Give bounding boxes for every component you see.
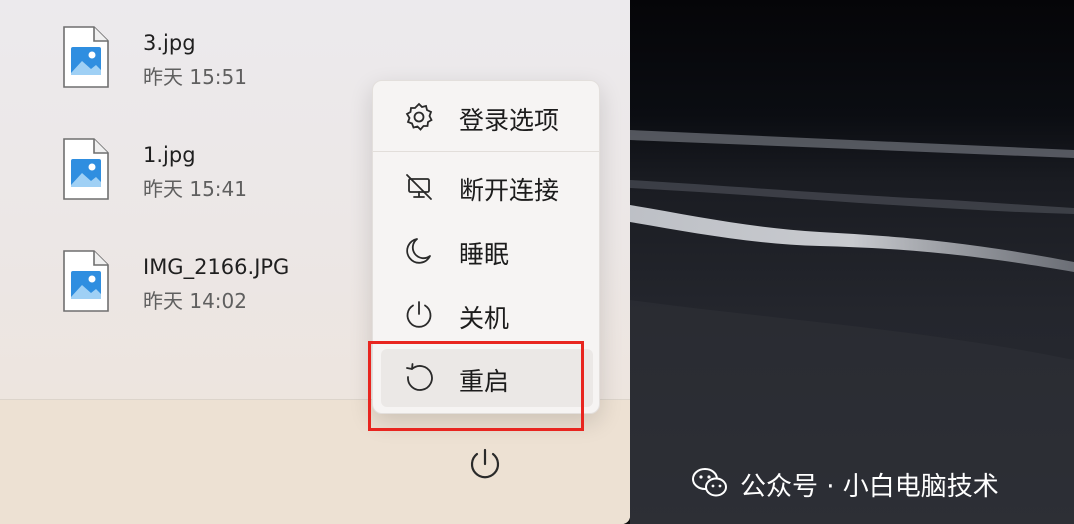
disconnect-icon	[406, 174, 432, 200]
menu-item-label: 关机	[459, 304, 510, 333]
menu-item-sign-in-options[interactable]: 登录选项	[381, 88, 593, 146]
menu-separator	[373, 151, 599, 152]
power-button[interactable]	[462, 442, 508, 488]
file-name: 1.jpg	[143, 143, 196, 167]
menu-item-label: 睡眠	[459, 240, 510, 269]
wechat-icon	[692, 468, 727, 497]
file-modified-time: 昨天 14:02	[143, 289, 247, 313]
file-name: IMG_2166.JPG	[143, 255, 290, 279]
file-modified-time: 昨天 15:51	[143, 65, 247, 89]
menu-item-label: 登录选项	[459, 106, 560, 135]
menu-item-sleep[interactable]: 睡眠	[381, 222, 593, 280]
menu-item-label: 断开连接	[459, 176, 560, 205]
power-icon	[406, 301, 432, 328]
desktop-wallpaper	[630, 0, 1074, 524]
menu-item-disconnect[interactable]: 断开连接	[381, 158, 593, 216]
image-file-icon	[63, 250, 109, 312]
wallpaper-image	[630, 0, 1074, 524]
moon-icon	[406, 238, 431, 264]
file-name: 3.jpg	[143, 31, 196, 55]
gear-icon	[405, 102, 433, 131]
image-file-icon	[63, 138, 109, 200]
recent-file-item[interactable]: IMG_2166.JPG 昨天 14:02	[60, 249, 360, 319]
image-file-icon	[63, 26, 109, 88]
recent-file-item[interactable]: 1.jpg 昨天 15:41	[60, 137, 360, 207]
menu-item-shut-down[interactable]: 关机	[381, 286, 593, 344]
restart-highlight-box	[368, 341, 584, 431]
file-modified-time: 昨天 15:41	[143, 177, 247, 201]
power-icon	[470, 448, 500, 479]
recent-file-item[interactable]: 3.jpg 昨天 15:51	[60, 25, 360, 95]
watermark-text: 公众号 · 小白电脑技术	[740, 472, 999, 502]
